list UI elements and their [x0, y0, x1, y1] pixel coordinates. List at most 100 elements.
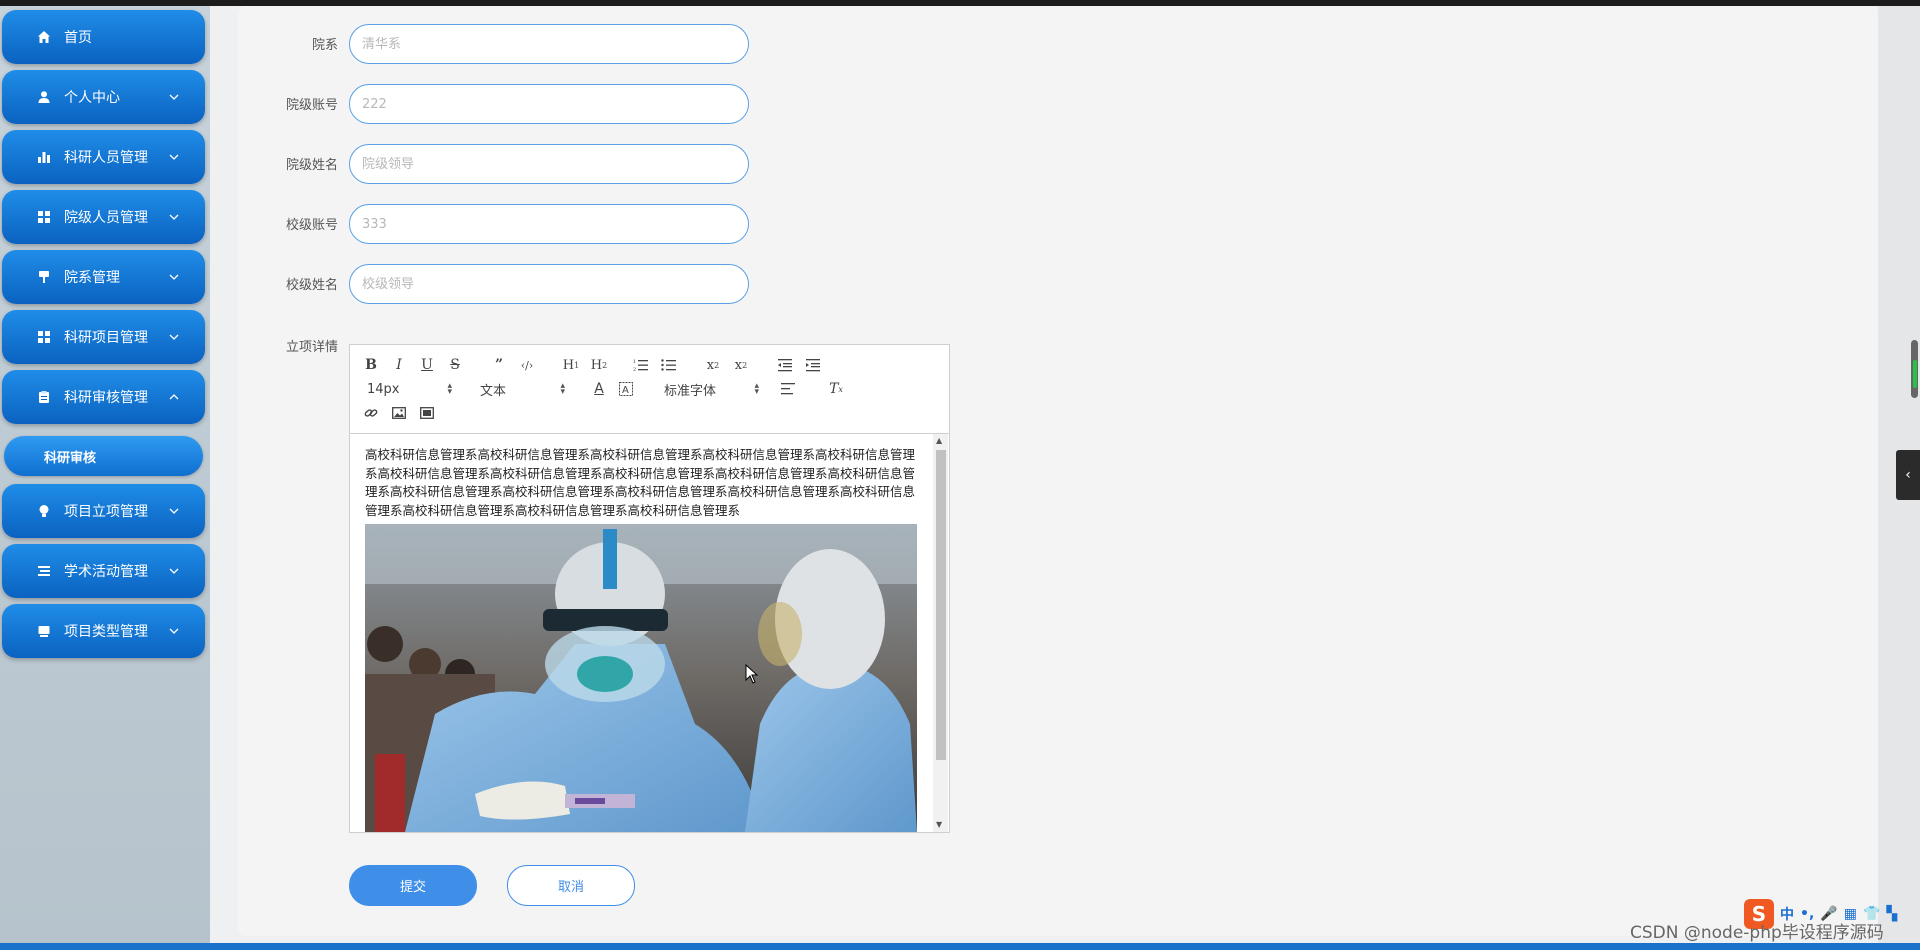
italic-icon[interactable]: I: [388, 354, 410, 376]
clear-format-icon[interactable]: Tx: [825, 378, 847, 400]
rich-text-editor: B I U S ” ‹/› H1 H2 12 x2 x2 14px ▴ ▾ 文本 …: [349, 344, 950, 833]
font-size-select[interactable]: 14px ▴ ▾: [367, 378, 452, 400]
school-name-label: 校级姓名: [285, 278, 338, 293]
bold-icon[interactable]: B: [360, 354, 382, 376]
bulb-icon: [34, 501, 54, 521]
flag-icon: [34, 267, 54, 287]
svg-text:1: 1: [633, 359, 636, 365]
code-block-icon[interactable]: ‹/›: [516, 354, 538, 376]
select-arrows-icon: ▴ ▾: [447, 381, 452, 397]
sidebar-item-researcher-mgmt[interactable]: 科研人员管理: [2, 130, 205, 184]
sidebar: 首页 个人中心 科研人员管理 院级人员管理 院系管理 科研项目管理 科研审核管理…: [0, 6, 210, 943]
block-type-value: 文本: [480, 383, 507, 399]
block-type-select[interactable]: 文本 ▴ ▾: [480, 378, 565, 400]
sidebar-item-personal-center[interactable]: 个人中心: [2, 70, 205, 124]
select-arrows-icon: ▴ ▾: [560, 381, 565, 397]
chevron-down-icon: [169, 94, 183, 100]
heading1-icon[interactable]: H1: [560, 354, 582, 376]
sidebar-item-label: 院级人员管理: [64, 210, 148, 226]
school-account-label: 校级账号: [285, 218, 338, 233]
sidebar-item-home[interactable]: 首页: [2, 10, 205, 64]
chevron-down-icon: [169, 334, 183, 340]
superscript-icon[interactable]: x2: [730, 354, 752, 376]
cancel-button[interactable]: 取消: [507, 865, 635, 906]
college-name-label: 院级姓名: [285, 158, 338, 173]
college-account-label: 院级账号: [285, 98, 338, 113]
font-family-value: 标准字体: [664, 383, 717, 399]
sidebar-item-label: 项目立项管理: [64, 504, 148, 520]
sidebar-item-label: 首页: [64, 30, 92, 46]
side-panel-toggle[interactable]: ‹: [1896, 450, 1920, 500]
bullet-list-icon[interactable]: [658, 354, 680, 376]
sidebar-item-academic-activity-mgmt[interactable]: 学术活动管理: [2, 544, 205, 598]
list-icon: [34, 561, 54, 581]
sidebar-item-department-mgmt[interactable]: 院系管理: [2, 250, 205, 304]
sidebar-item-project-approval-mgmt[interactable]: 项目立项管理: [2, 484, 205, 538]
scroll-up-icon[interactable]: ▲: [936, 436, 942, 445]
image-icon[interactable]: [388, 402, 410, 424]
strike-icon[interactable]: S: [444, 354, 466, 376]
chevron-left-icon: ‹: [1905, 467, 1911, 483]
sidebar-item-label: 科研人员管理: [64, 150, 148, 166]
svg-text:2: 2: [633, 367, 636, 372]
chevron-down-icon: [169, 628, 183, 634]
mouse-cursor-icon: [745, 664, 759, 684]
bar-chart-icon: [34, 147, 54, 167]
select-arrows-icon: ▴ ▾: [754, 381, 759, 397]
user-icon: [34, 87, 54, 107]
watermark-text: CSDN @node-php毕设程序源码: [1630, 923, 1884, 943]
home-icon: [34, 27, 54, 47]
link-icon[interactable]: [360, 402, 382, 424]
video-icon[interactable]: [416, 402, 438, 424]
indent-icon[interactable]: [802, 354, 824, 376]
chevron-up-icon: [169, 394, 183, 400]
background-color-icon[interactable]: A: [615, 378, 637, 400]
chevron-down-icon: [169, 214, 183, 220]
sidebar-item-label: 学术活动管理: [64, 564, 148, 580]
school-name-input[interactable]: [349, 264, 749, 304]
outdent-icon[interactable]: [774, 354, 796, 376]
department-input[interactable]: [349, 24, 749, 64]
grid-icon: [34, 207, 54, 227]
card-icon: [34, 621, 54, 641]
sidebar-subitem-research-review[interactable]: 科研审核: [4, 436, 203, 476]
sidebar-item-label: 科研项目管理: [64, 330, 148, 346]
college-name-input[interactable]: [349, 144, 749, 184]
heading2-icon[interactable]: H2: [588, 354, 610, 376]
chevron-down-icon: [169, 568, 183, 574]
toolbox-icon[interactable]: ▚: [1886, 906, 1897, 922]
editor-content-area[interactable]: 高校科研信息管理系高校科研信息管理系高校科研信息管理系高校科研信息管理系高校科研…: [350, 434, 949, 832]
sidebar-item-label: 个人中心: [64, 90, 120, 106]
sidebar-item-college-staff-mgmt[interactable]: 院级人员管理: [2, 190, 205, 244]
scroll-down-icon[interactable]: ▼: [936, 820, 942, 829]
sidebar-item-label: 科研审核管理: [64, 390, 148, 406]
chevron-down-icon: [169, 508, 183, 514]
sidebar-item-label: 项目类型管理: [64, 624, 148, 640]
blockquote-icon[interactable]: ”: [488, 354, 510, 376]
editor-scrollbar[interactable]: ▲ ▼: [933, 434, 948, 832]
align-icon[interactable]: [777, 378, 799, 400]
content-photo: [365, 524, 917, 832]
subscript-icon[interactable]: x2: [702, 354, 724, 376]
grid-icon: [34, 327, 54, 347]
chevron-down-icon: [169, 154, 183, 160]
school-account-input[interactable]: [349, 204, 749, 244]
ordered-list-icon[interactable]: 12: [630, 354, 652, 376]
submit-button[interactable]: 提交: [349, 865, 477, 906]
font-color-icon[interactable]: A: [588, 378, 610, 400]
font-size-value: 14px: [367, 381, 400, 397]
editor-scroll-thumb[interactable]: [936, 450, 946, 760]
college-account-input[interactable]: [349, 84, 749, 124]
department-label: 院系: [311, 38, 338, 53]
editor-toolbar: B I U S ” ‹/› H1 H2 12 x2 x2 14px ▴ ▾ 文本 …: [350, 345, 949, 434]
underline-icon[interactable]: U: [416, 354, 438, 376]
project-detail-label: 立项详情: [285, 340, 338, 355]
sidebar-item-label: 院系管理: [64, 270, 120, 286]
sidebar-item-research-project-mgmt[interactable]: 科研项目管理: [2, 310, 205, 364]
svg-text:A: A: [622, 385, 629, 396]
sidebar-item-research-review-mgmt[interactable]: 科研审核管理: [2, 370, 205, 424]
page-scroll-indicator: [1913, 360, 1917, 388]
taskbar-strip: [0, 943, 1920, 950]
font-family-select[interactable]: 标准字体 ▴ ▾: [664, 378, 759, 400]
sidebar-item-project-type-mgmt[interactable]: 项目类型管理: [2, 604, 205, 658]
